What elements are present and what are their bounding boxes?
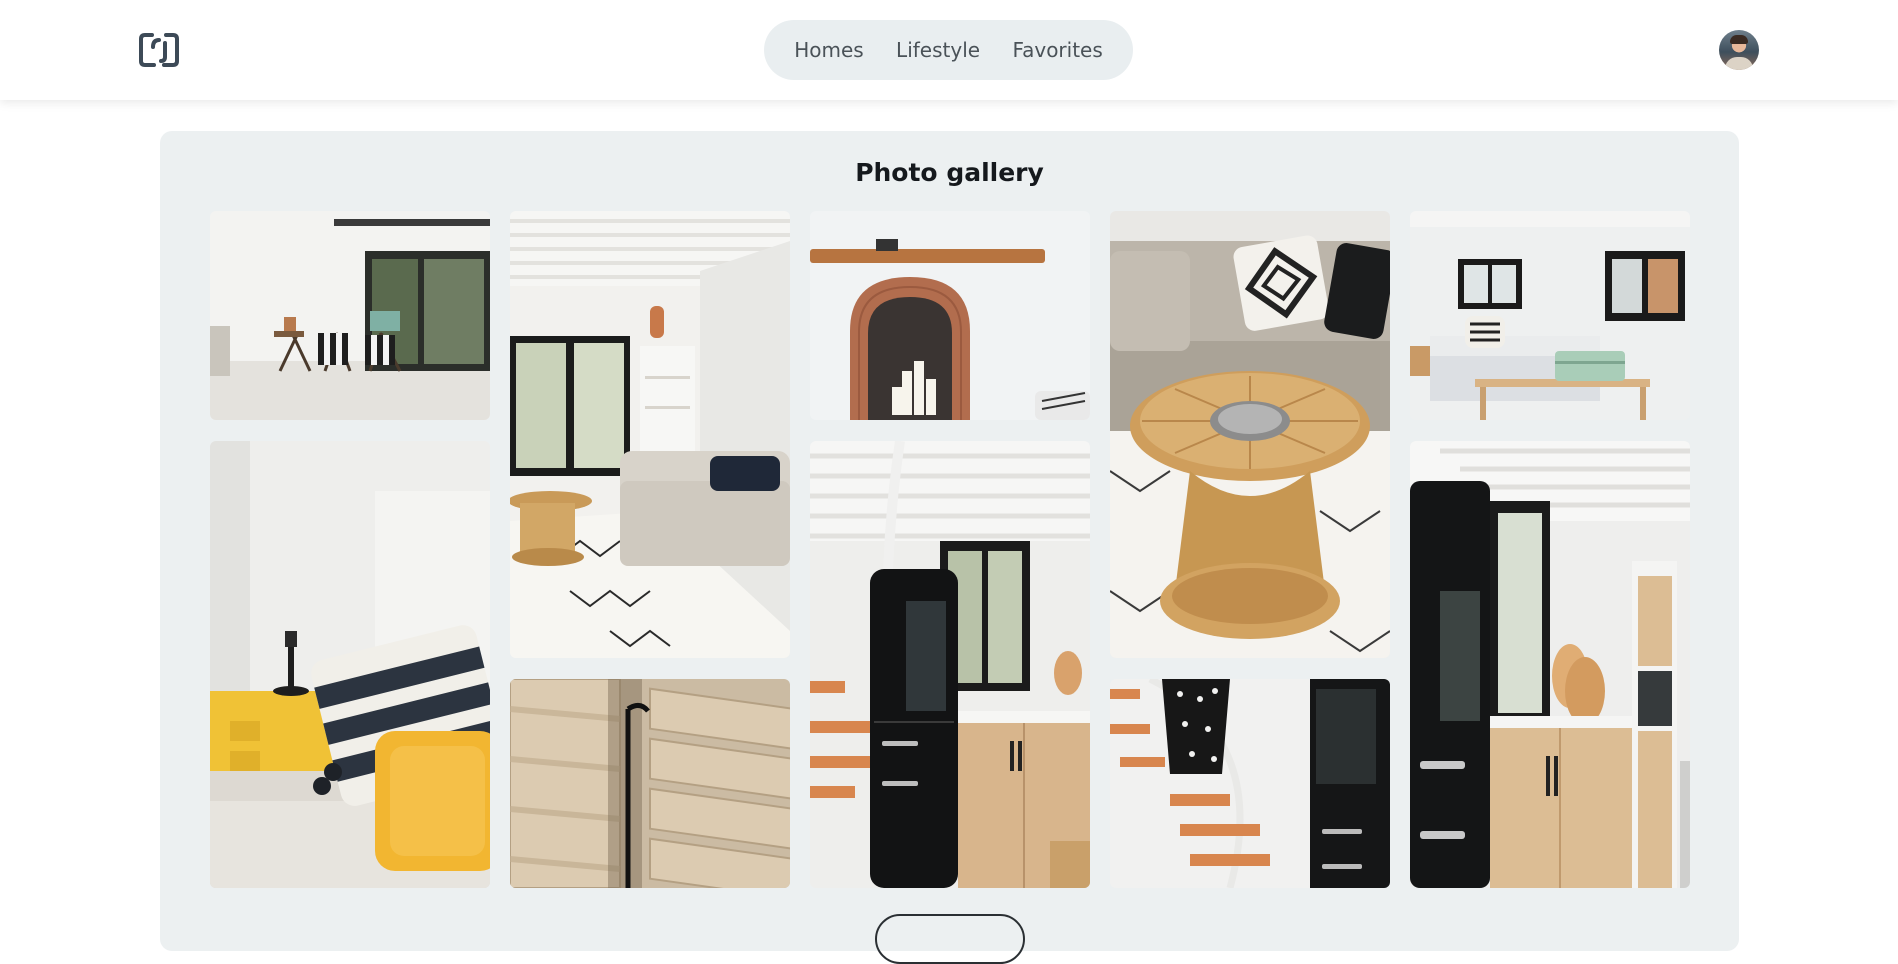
photo-bed-yellow-pillow[interactable] (210, 441, 490, 888)
photo-spiral-staircase[interactable] (1110, 679, 1390, 888)
top-navigation-bar: Homes Lifestyle Favorites (0, 0, 1898, 100)
main-nav: Homes Lifestyle Favorites (764, 20, 1133, 80)
photo-gallery-panel: Photo gallery (160, 131, 1739, 964)
photo-patio-deck-chairs[interactable] (210, 211, 490, 420)
photo-wooden-shutters[interactable] (510, 679, 790, 888)
nav-homes[interactable]: Homes (784, 32, 873, 68)
nav-lifestyle[interactable]: Lifestyle (886, 32, 990, 68)
photo-bedroom-windows[interactable] (1410, 211, 1690, 420)
logo-icon[interactable] (138, 31, 180, 69)
gallery-title: Photo gallery (855, 158, 1044, 187)
photo-brick-fireplace[interactable] (810, 211, 1090, 420)
photo-kitchen-wide[interactable] (1410, 441, 1690, 888)
nav-favorites[interactable]: Favorites (1002, 32, 1112, 68)
user-avatar[interactable] (1719, 30, 1759, 70)
avatar-hair (1730, 35, 1748, 44)
avatar-shirt (1725, 57, 1753, 70)
load-more-button[interactable] (875, 914, 1025, 964)
photo-kitchen-black-fridge[interactable] (810, 441, 1090, 888)
photo-rattan-table-sofa[interactable] (1110, 211, 1390, 658)
photo-living-room-sofa[interactable] (510, 211, 790, 658)
